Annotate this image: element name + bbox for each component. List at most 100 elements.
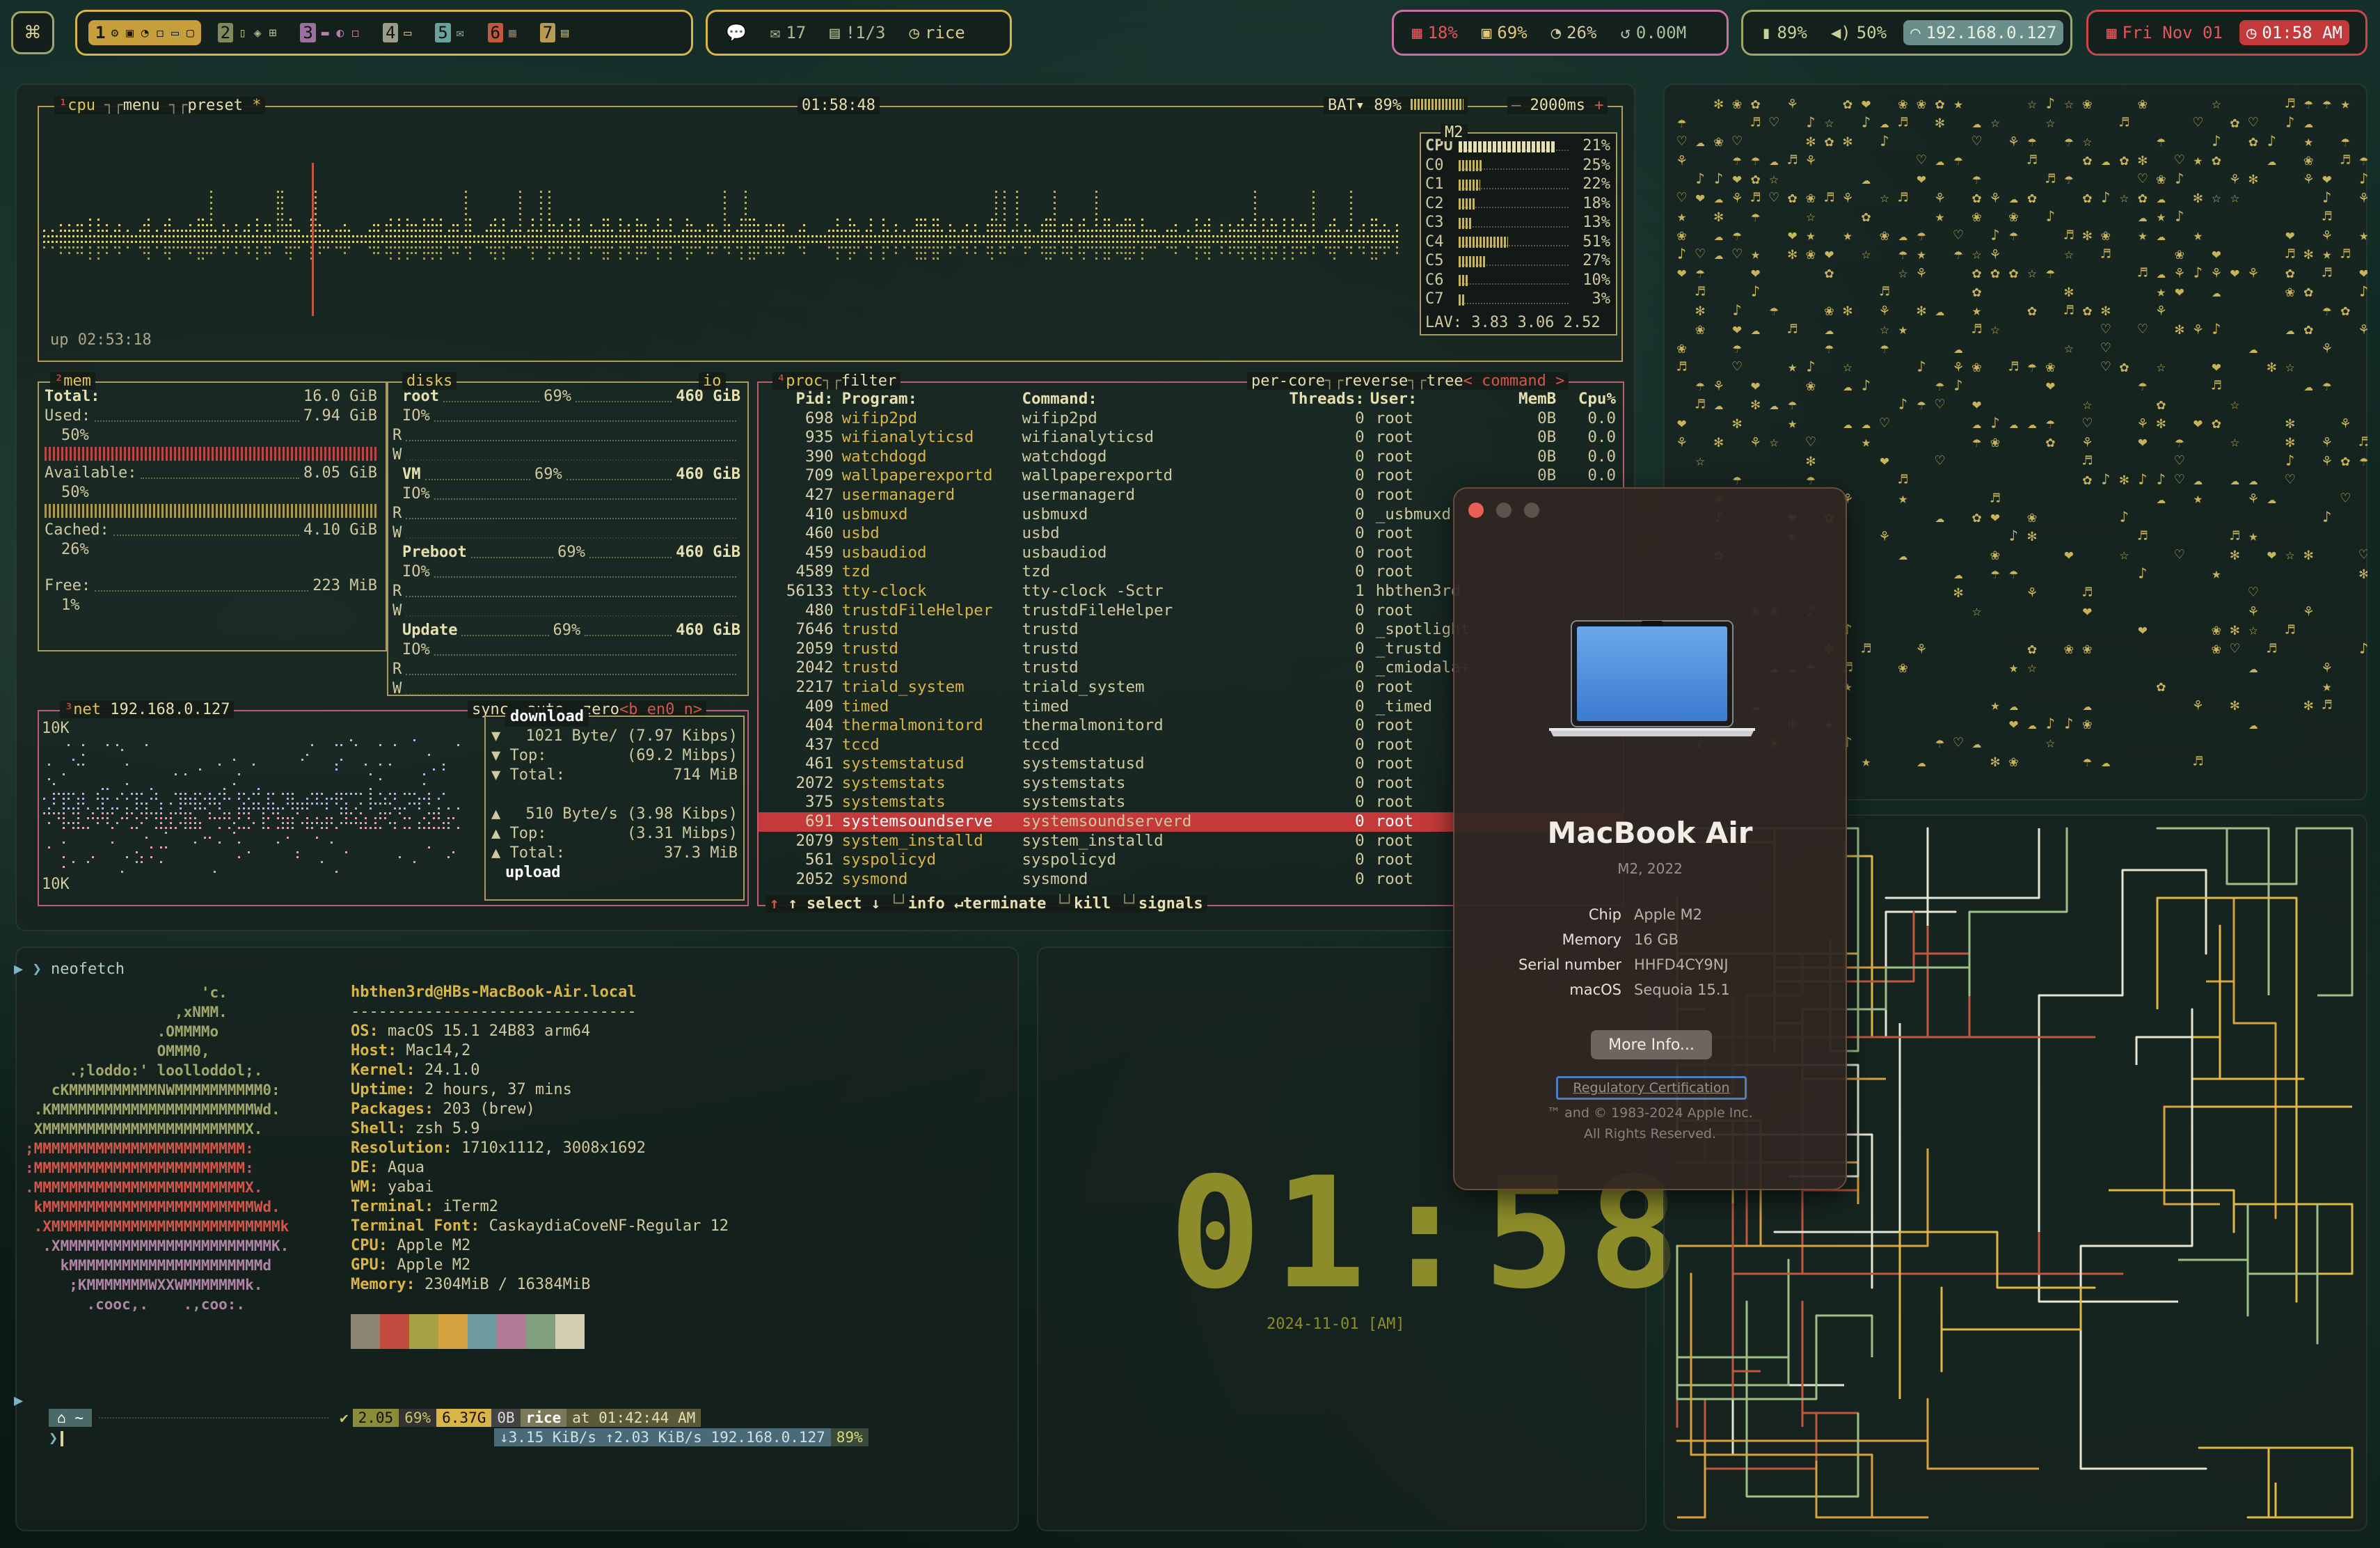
disk-size: 460 GiB: [676, 388, 741, 405]
more-info-button[interactable]: More Info...: [1591, 1030, 1712, 1059]
mem-used: Used: 7.94 GiB: [45, 407, 377, 425]
select-key[interactable]: ↑ select ↓: [788, 895, 880, 913]
process-row[interactable]: 709 wallpaperexportd wallpaperexportd 0 root…: [759, 466, 1623, 486]
workspace-indicator[interactable]: ◷ rice: [903, 20, 972, 45]
io-label: IO%: [402, 641, 430, 658]
spec-row: Chip Apple M2: [1588, 906, 1702, 923]
disk-name: Update: [402, 622, 458, 639]
apple-ascii-logo: 'c. ,xNMM. .OMMMMo OMMM0, .;loddo:' lool…: [25, 984, 289, 1313]
space-5[interactable]: 5 ✉: [428, 20, 470, 45]
time-indicator[interactable]: ◷ 01:58 AM: [2239, 20, 2349, 45]
space-4[interactable]: 4 ▭: [376, 20, 418, 45]
minimize-button[interactable]: [1496, 503, 1512, 518]
memory-stat[interactable]: ▣ 69%: [1475, 20, 1534, 45]
wifi-stat[interactable]: ◠ 192.168.0.127: [1903, 20, 2064, 45]
info-key[interactable]: info: [908, 895, 945, 913]
messages-icon[interactable]: 💬: [719, 20, 754, 45]
menu-icon[interactable]: ⌘: [11, 11, 54, 54]
process-row[interactable]: 935 wifianalyticsd wifianalyticsd 0 root 0B 0.…: [759, 428, 1623, 448]
volume-stat[interactable]: ◀) 50%: [1824, 20, 1894, 45]
clock-icon: ◷: [909, 23, 919, 42]
space-3[interactable]: 3 ▬ ◐ ◻: [293, 20, 366, 45]
proc-options: per-core┐┌reverse┐┌tree< command >: [1247, 372, 1569, 390]
read-label: R: [392, 583, 402, 600]
palette-swatch: [526, 1314, 555, 1349]
laptop-icon: [1549, 620, 1755, 736]
update-interval[interactable]: – 2000ms +: [1507, 97, 1608, 114]
disk-entry: root 69% 460 GiB IO% R W: [392, 387, 741, 465]
opt-per-core[interactable]: per-core: [1251, 372, 1325, 390]
disk-entry: Preboot 69% 460 GiB IO% R W: [392, 543, 740, 621]
disk-pct: 69%: [553, 622, 581, 639]
clock-icon: ◷: [2246, 23, 2257, 42]
load-average: LAV: 3.83 3.06 2.52: [1425, 314, 1601, 331]
cursor-line[interactable]: ❯: [49, 1430, 64, 1447]
home-segment: ⌂ ~: [49, 1409, 92, 1427]
neofetch-field: Memory: 2304MiB / 16384MiB: [351, 1276, 591, 1293]
volume-icon: ◀): [1830, 23, 1851, 42]
net-graph: [43, 739, 459, 873]
disk-entry: Update 69% 460 GiB IO% R W: [392, 621, 740, 699]
net-stats: download ▼ 1021 Byte/ (7.97 Kibps) ▼ Top:…: [484, 707, 745, 901]
palette-swatch: [351, 1314, 380, 1349]
tab-preset[interactable]: preset: [187, 97, 242, 114]
core-row: C1 22%: [1425, 175, 1610, 193]
neofetch-field: GPU: Apple M2: [351, 1256, 471, 1274]
disk-name: VM: [402, 466, 421, 483]
regulatory-link[interactable]: Regulatory Certification: [1556, 1076, 1747, 1100]
tab-menu[interactable]: menu: [123, 97, 160, 114]
check-icon: ✔: [339, 1409, 349, 1426]
network-stat[interactable]: ↺ 0.00M: [1613, 20, 1693, 45]
clipboard-icon: ▤: [830, 23, 840, 42]
space-6[interactable]: 6 ▦: [481, 20, 523, 45]
kill-key[interactable]: kill: [1074, 895, 1111, 913]
device-model: M2, 2022: [1617, 860, 1683, 877]
opt-reverse[interactable]: reverse: [1343, 372, 1408, 390]
io-label: IO%: [402, 407, 430, 425]
core-row: C2 18%: [1425, 194, 1610, 212]
process-row[interactable]: 390 watchdogd watchdogd 0 root 0B 0.0: [759, 448, 1623, 467]
palette-swatch: [497, 1314, 526, 1349]
tab-cpu[interactable]: cpu: [68, 97, 95, 114]
tasks-indicator[interactable]: ▤ !1/3: [823, 20, 892, 45]
write-label: W: [392, 446, 402, 464]
core-row: C5 27%: [1425, 252, 1610, 269]
process-row[interactable]: 698 wifip2pd wifip2pd 0 root 0B 0.0: [759, 409, 1623, 429]
battery-stat[interactable]: ▮ 89%: [1754, 20, 1814, 45]
space-2[interactable]: 2 ▯ ◈ ⊞: [211, 20, 284, 45]
disk-stat[interactable]: ◔ 26%: [1544, 20, 1604, 45]
signals-key[interactable]: signals: [1139, 895, 1203, 913]
proc-filter[interactable]: filter: [841, 372, 896, 390]
net-box: ³net 192.168.0.127 sync┐┌auto┐┌zero<b en…: [38, 701, 749, 906]
shell-prompt: ▶ ❯ neofetch: [14, 961, 125, 978]
disks-box: disks io root 69% 460 GiB IO% R W VM 69% 460 GiB…: [387, 372, 749, 699]
mail-indicator[interactable]: ✉ 17: [763, 20, 813, 45]
notification-bar: 💬 ✉ 17 ▤ !1/3 ◷ rice: [706, 10, 1012, 56]
calendar-indicator[interactable]: ▦ Fri Nov 01: [2100, 20, 2230, 45]
battery-icon: ▮: [1761, 23, 1772, 42]
write-label: W: [392, 680, 402, 697]
disk-size: 460 GiB: [676, 544, 740, 561]
neofetch-field: DE: Aqua: [351, 1159, 425, 1176]
disk-entry: VM 69% 460 GiB IO% R W: [392, 465, 740, 543]
palette-swatch: [468, 1314, 497, 1349]
disk-pct: 69%: [534, 466, 562, 483]
opt-tree[interactable]: tree: [1427, 372, 1463, 390]
neofetch-field: Kernel: 24.1.0: [351, 1061, 480, 1079]
zoom-button[interactable]: [1524, 503, 1539, 518]
copyright-line-1: ™ and © 1983-2024 Apple Inc.: [1547, 1105, 1753, 1121]
home-icon: ⌂: [57, 1409, 66, 1426]
terminate-key[interactable]: ↵terminate: [954, 895, 1046, 913]
neofetch-field: WM: yabai: [351, 1178, 434, 1196]
palette-swatch: [438, 1314, 468, 1349]
memory-icon: ▣: [1481, 23, 1492, 42]
space-7[interactable]: 7 ▤: [533, 20, 576, 45]
stats-bar: ▦ 18% ▣ 69% ◔ 26% ↺ 0.00M: [1392, 10, 1729, 56]
neofetch-info: hbthen3rd@HBs-MacBook-Air.local --------…: [351, 983, 729, 1349]
cpu-tabs: ¹cpu ┐┌menu ┐┌preset *: [54, 97, 266, 114]
close-button[interactable]: [1468, 503, 1484, 518]
cpu-stat[interactable]: ▦ 18%: [1405, 20, 1465, 45]
space-1[interactable]: 1 ⚙ ▣ ◔ ◻ ▭ ▢: [88, 20, 201, 45]
powerline-prompt: ⌂ ~ ✔ 2.05 69% 6.37G 0B rice at 01:42:44…: [49, 1409, 868, 1446]
opt-sort[interactable]: < command >: [1463, 372, 1565, 390]
